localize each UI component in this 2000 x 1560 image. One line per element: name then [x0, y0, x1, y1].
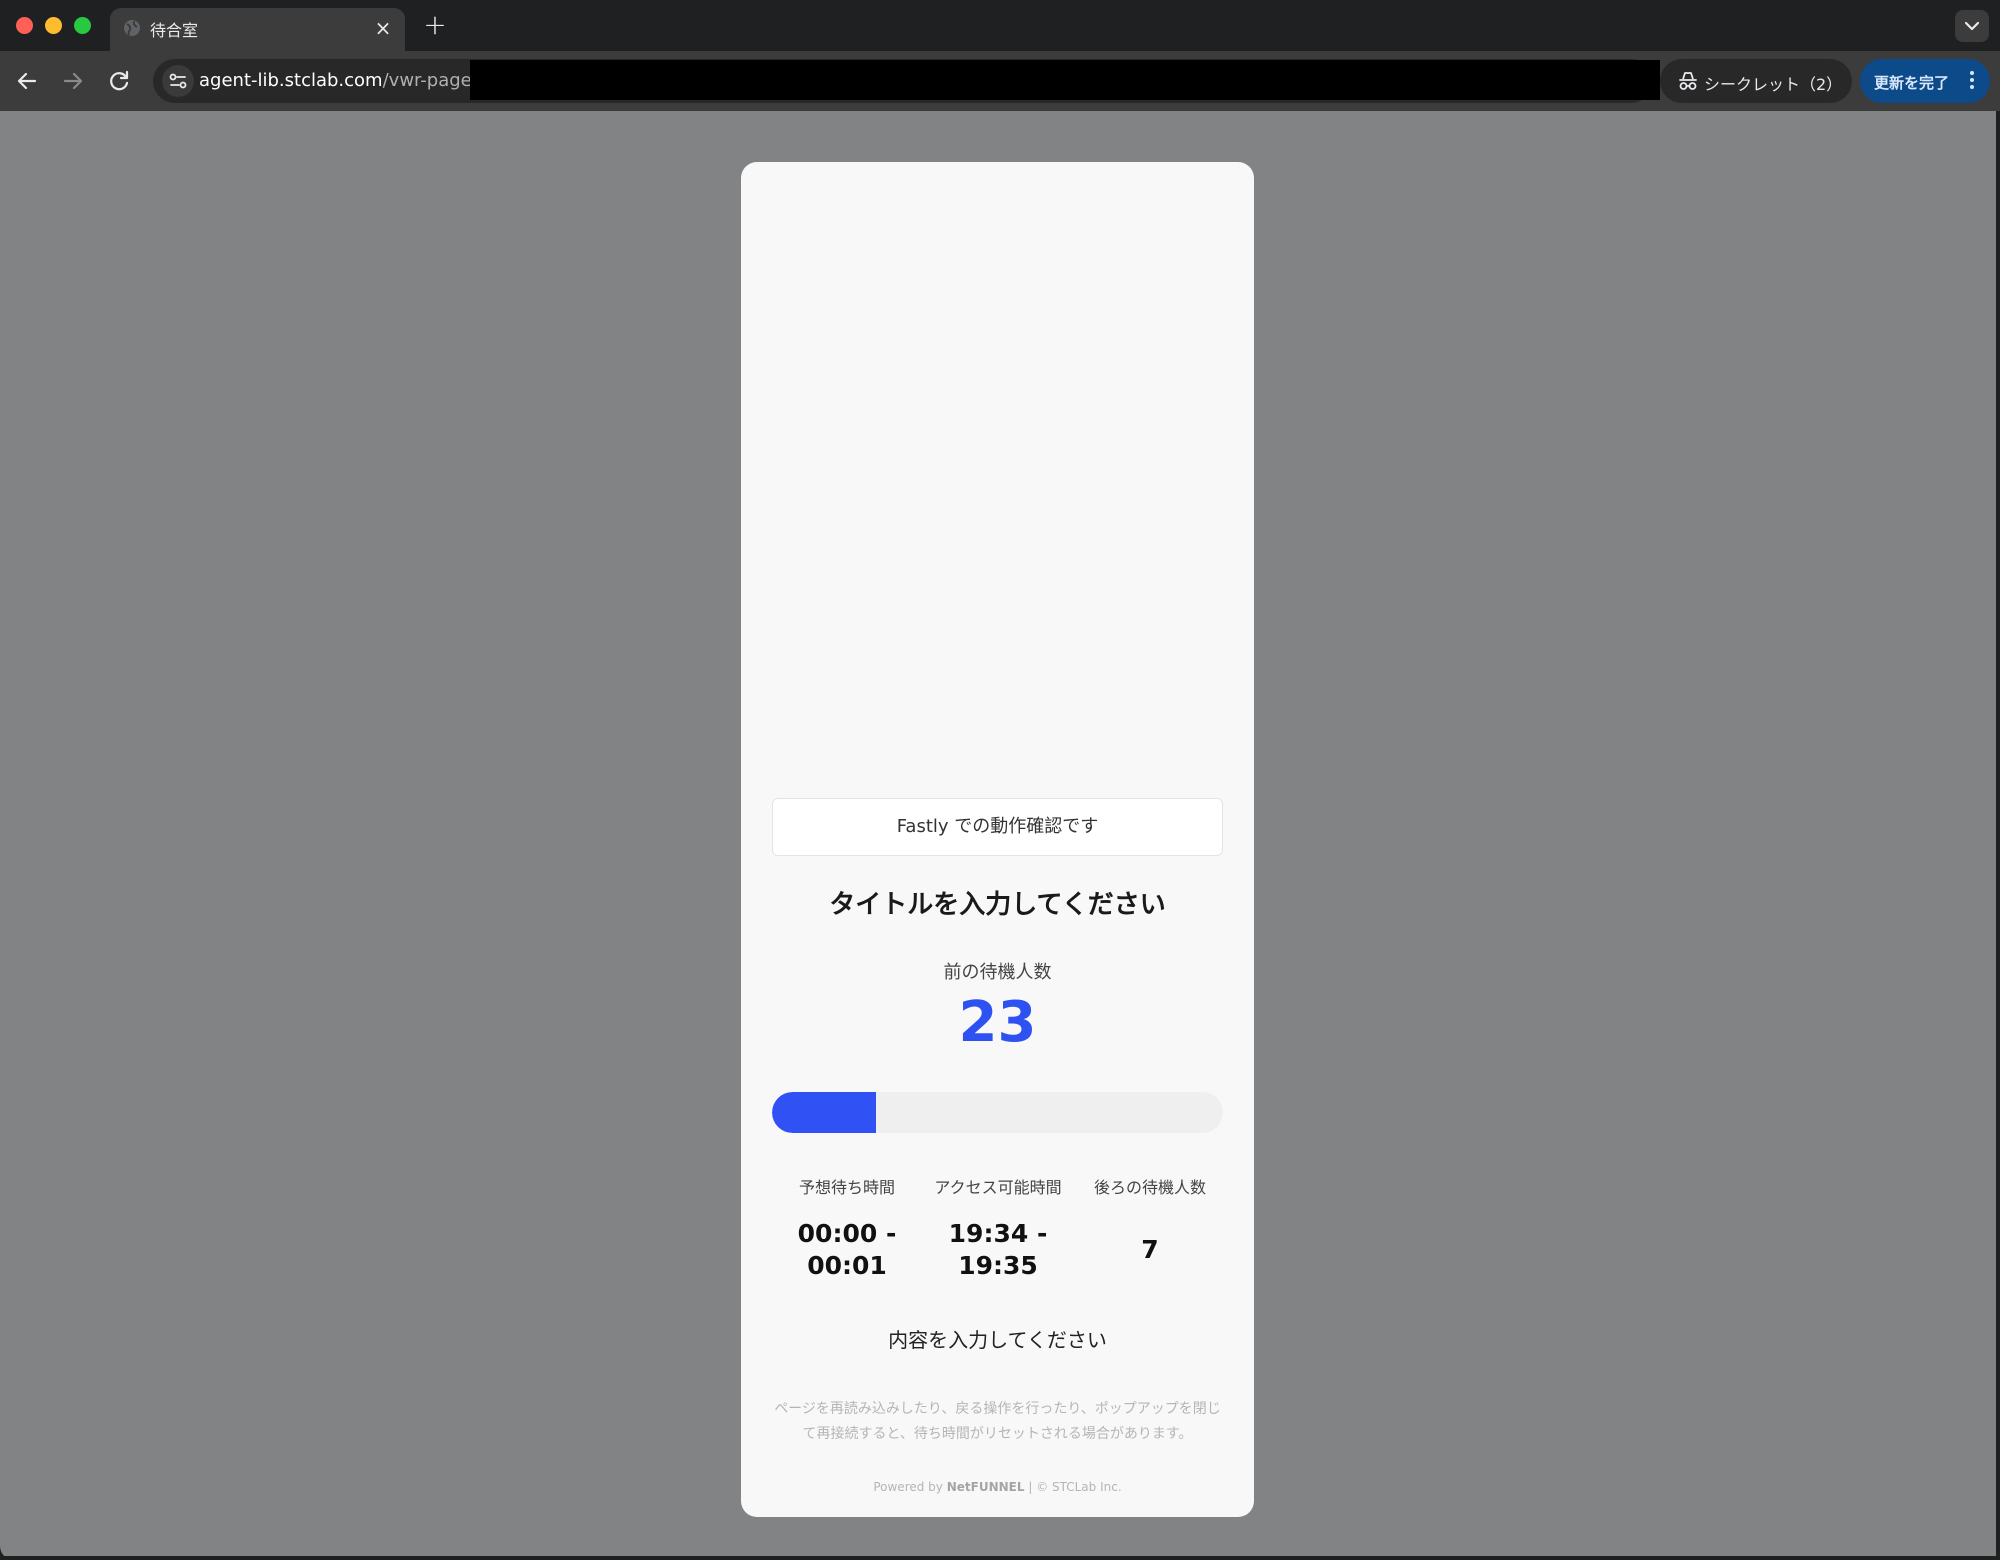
stat-label: アクセス可能時間	[934, 1178, 1062, 1197]
tab-close-icon[interactable]: ×	[373, 15, 393, 41]
incognito-icon	[1679, 72, 1697, 90]
new-tab-button[interactable]: +	[420, 10, 450, 40]
globe-icon	[124, 20, 140, 36]
stat-value: 19:34 - 19:35	[923, 1218, 1073, 1282]
more-menu-icon[interactable]	[1964, 69, 1980, 93]
tab-strip: 待合室 × +	[0, 0, 2000, 51]
tab-title: 待合室	[150, 21, 199, 40]
tune-icon	[169, 73, 187, 89]
stat-value: 7	[1141, 1235, 1159, 1264]
url-text: agent-lib.stclab.com/vwr-page/(	[199, 70, 485, 91]
page-title: タイトルを入力してください	[829, 890, 1166, 920]
content-text: 内容を入力してください	[888, 1328, 1107, 1352]
ahead-count-value: 23	[958, 990, 1037, 1055]
stat-value: 00:00 - 00:01	[772, 1218, 922, 1282]
url-host: agent-lib.stclab.com	[199, 70, 383, 91]
update-button[interactable]: 更新を完了	[1860, 59, 1990, 103]
stat-value-line: 00:01	[807, 1251, 887, 1280]
stat-value-line: 19:35	[958, 1251, 1038, 1280]
forward-arrow-icon[interactable]	[58, 66, 88, 96]
site-info-button[interactable]	[162, 65, 194, 97]
ahead-count-label: 前の待機人数	[943, 962, 1052, 983]
stat-access-time: アクセス可能時間 19:34 - 19:35	[923, 1174, 1073, 1282]
progress-bar-fill	[772, 1092, 876, 1133]
stat-label: 予想待ち時間	[798, 1178, 895, 1197]
tab-waiting-room[interactable]: 待合室 ×	[110, 8, 405, 51]
back-arrow-icon[interactable]	[12, 66, 42, 96]
stat-label: 後ろの待機人数	[1093, 1178, 1206, 1197]
powered-by-footer: Powered by NetFUNNEL | © STCLab Inc.	[741, 1480, 1254, 1494]
redacted-url-overlay	[470, 60, 1660, 100]
window-minimize-button[interactable]	[45, 17, 62, 34]
progress-bar	[772, 1092, 1223, 1133]
waiting-room-card: Fastly での動作確認です タイトルを入力してください 前の待機人数 23 …	[741, 162, 1254, 1517]
window-close-button[interactable]	[16, 17, 33, 34]
reload-icon[interactable]	[104, 66, 134, 96]
tab-search-button[interactable]	[1955, 10, 1989, 42]
browser-window: 待合室 × + agent-lib.stclab.com/vwr-page/(…	[0, 0, 2000, 1560]
stat-value-line: 00:00 -	[797, 1219, 897, 1248]
stat-behind-count: 後ろの待機人数 7	[1075, 1174, 1225, 1266]
powered-suffix: | © STCLab Inc.	[1024, 1480, 1122, 1494]
window-maximize-button[interactable]	[74, 17, 91, 34]
stat-expected-wait: 予想待ち時間 00:00 - 00:01	[772, 1174, 922, 1282]
update-label: 更新を完了	[1874, 74, 1950, 92]
powered-prefix: Powered by	[873, 1480, 947, 1494]
notice-box: Fastly での動作確認です	[772, 798, 1223, 856]
page-viewport: Fastly での動作確認です タイトルを入力してください 前の待機人数 23 …	[0, 111, 1996, 1556]
incognito-indicator[interactable]: シークレット（2）	[1660, 59, 1852, 103]
powered-brand: NetFUNNEL	[946, 1480, 1025, 1494]
incognito-label: シークレット（2）	[1704, 75, 1843, 94]
stat-value-line: 19:34 -	[948, 1219, 1048, 1248]
disclaimer-text: ページを再読み込みしたり、戻る操作を行ったり、ポップアップを閉じて再接続すると、…	[774, 1401, 1221, 1442]
chevron-down-icon	[1964, 21, 1980, 31]
stats-row: 予想待ち時間 00:00 - 00:01 アクセス可能時間 19:34 - 19…	[772, 1174, 1223, 1284]
